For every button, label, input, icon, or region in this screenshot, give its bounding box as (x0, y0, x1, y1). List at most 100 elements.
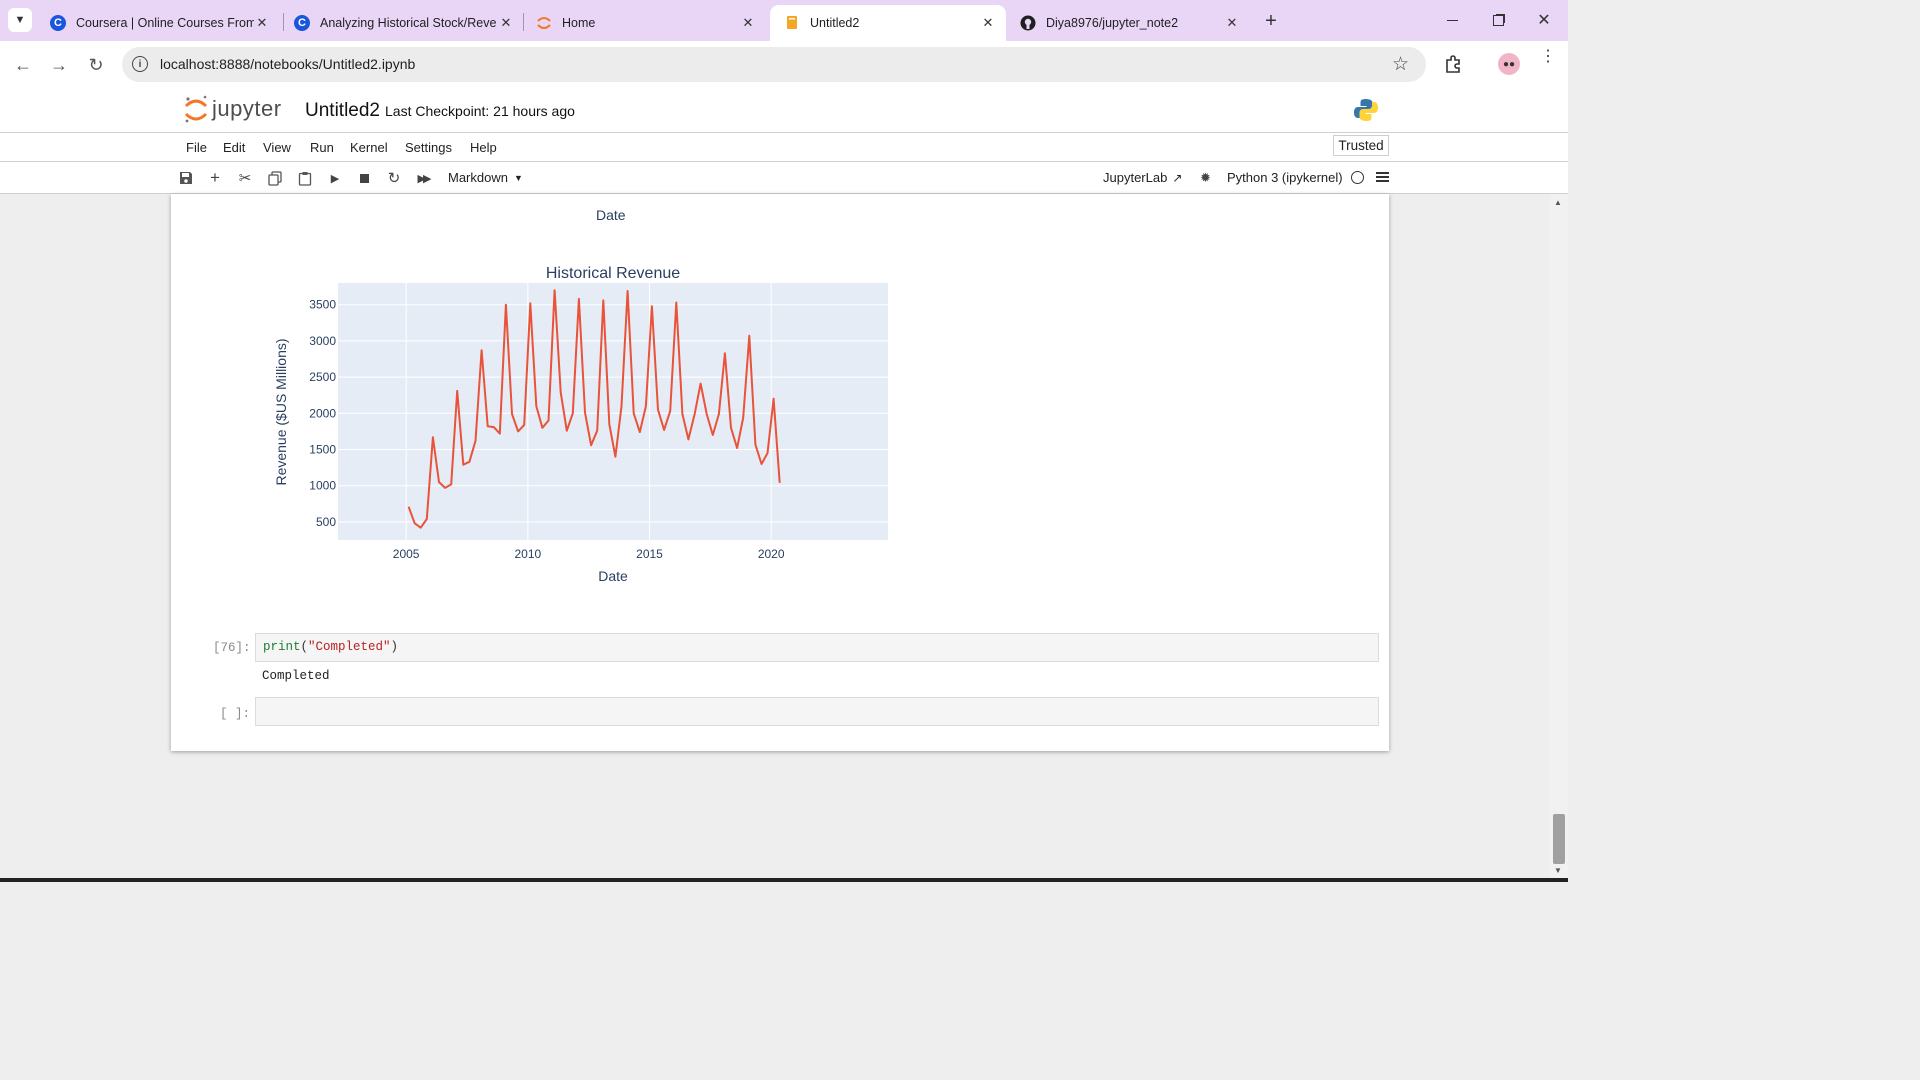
menu-run[interactable]: Run (310, 140, 334, 155)
tab-title: Analyzing Historical Stock/Reve (320, 16, 497, 30)
close-icon[interactable]: ✕ (980, 15, 996, 31)
x-tick-labels: 2005 2010 2015 2020 (393, 547, 785, 561)
code-string: "Completed" (308, 640, 391, 654)
minimize-icon (1446, 19, 1458, 21)
cut-icon[interactable]: ✂ (237, 170, 253, 187)
scroll-down-arrow-icon[interactable]: ▼ (1554, 866, 1562, 875)
extensions-icon[interactable] (1444, 54, 1464, 74)
x-axis-title: Date (598, 568, 628, 584)
bookmark-star-icon[interactable]: ☆ (1392, 53, 1409, 76)
code-line: print("Completed") (263, 640, 398, 654)
jupyter-logo[interactable]: jupyter (183, 94, 303, 128)
browser-tab-1[interactable]: C Analyzing Historical Stock/Reve ✕ (280, 5, 524, 41)
code-cell-input[interactable]: print("Completed") (255, 633, 1379, 662)
kernel-status-icon (1351, 171, 1364, 184)
sunglasses-icon: ●● (1502, 58, 1516, 70)
checkpoint-status: Last Checkpoint: 21 hours ago (385, 103, 575, 119)
reload-icon: ↻ (88, 54, 104, 75)
code-paren-close: ) (390, 640, 399, 654)
stop-icon[interactable] (356, 170, 372, 186)
close-icon: ✕ (1537, 12, 1551, 29)
kernel-name[interactable]: Python 3 (ipykernel) (1227, 170, 1343, 185)
menu-help[interactable]: Help (470, 140, 497, 155)
cell-type-select[interactable]: Markdown ▼ (448, 170, 523, 185)
menu-hamburger-icon[interactable] (1376, 171, 1389, 183)
menu-edit[interactable]: Edit (223, 140, 245, 155)
tab-title: Untitled2 (810, 16, 860, 30)
close-icon[interactable]: ✕ (740, 15, 756, 31)
y-tick-label: 1500 (309, 443, 336, 457)
arrow-right-icon: → (50, 54, 68, 75)
forward-button[interactable]: → (48, 54, 70, 76)
url-text[interactable]: localhost:8888/notebooks/Untitled2.ipynb (160, 56, 415, 72)
profile-avatar[interactable]: ●● (1498, 53, 1520, 75)
empty-code-cell-input[interactable] (255, 697, 1379, 726)
restart-icon[interactable]: ↻ (386, 170, 402, 187)
close-icon[interactable]: ✕ (498, 15, 514, 31)
x-tick-label: 2015 (636, 547, 663, 561)
x-tick-label: 2020 (758, 547, 785, 561)
site-info-icon[interactable]: i (132, 56, 148, 72)
y-tick-label: 500 (316, 515, 336, 529)
code-function: print (263, 640, 301, 654)
menu-kernel[interactable]: Kernel (350, 140, 388, 155)
menu-settings[interactable]: Settings (405, 140, 452, 155)
y-tick-label: 1000 (309, 479, 336, 493)
x-tick-label: 2010 (514, 547, 541, 561)
close-icon[interactable]: ✕ (1224, 15, 1240, 31)
coursera-icon: C (50, 15, 66, 31)
plot-area (338, 283, 888, 540)
run-icon[interactable]: ▶ (327, 170, 343, 186)
close-window-button[interactable]: ✕ (1532, 8, 1556, 32)
y-tick-label: 2500 (309, 370, 336, 384)
browser-tab-0[interactable]: C Coursera | Online Courses From ✕ (36, 5, 280, 41)
browser-tab-4[interactable]: Diya8976/jupyter_note2 ✕ (1006, 5, 1250, 41)
y-tick-label: 3500 (309, 298, 336, 312)
chart-title: Historical Revenue (546, 265, 680, 282)
jupyterlab-label: JupyterLab (1103, 170, 1168, 185)
close-icon[interactable]: ✕ (254, 15, 270, 31)
new-tab-button[interactable]: + (1260, 10, 1282, 32)
more-menu-icon[interactable]: ⋮ (1540, 49, 1556, 65)
restore-button[interactable] (1486, 10, 1510, 30)
cell-output-text: Completed (262, 669, 330, 683)
y-tick-label: 3000 (309, 334, 336, 348)
menu-view[interactable]: View (263, 140, 291, 155)
cell-prompt: [76]: (213, 641, 251, 655)
fast-forward-icon[interactable]: ▶▶ (415, 170, 432, 186)
copy-icon[interactable] (267, 170, 283, 186)
notebook-title[interactable]: Untitled2 (305, 100, 380, 122)
python-logo-icon (1353, 97, 1379, 123)
scrollbar-thumb[interactable] (1553, 814, 1565, 864)
code-paren-open: ( (300, 640, 309, 654)
scroll-up-arrow-icon[interactable]: ▲ (1554, 198, 1562, 207)
add-cell-icon[interactable]: + (207, 168, 223, 187)
save-icon[interactable] (178, 170, 194, 186)
arrow-left-icon: ← (14, 54, 32, 75)
reload-button[interactable]: ↻ (85, 54, 107, 76)
menu-file[interactable]: File (186, 140, 207, 155)
back-button[interactable]: ← (12, 54, 34, 76)
tab-title: Diya8976/jupyter_note2 (1046, 16, 1179, 30)
chevron-down-icon: ▼ (513, 172, 523, 183)
paste-icon[interactable] (297, 170, 313, 186)
tab-search-button[interactable]: ▼ (8, 8, 32, 32)
taskbar-edge (0, 878, 1568, 882)
trusted-indicator[interactable]: Trusted (1333, 135, 1389, 156)
cell-type-value: Markdown (448, 170, 508, 185)
y-tick-label: 2000 (309, 406, 336, 420)
page-scrollbar[interactable] (1550, 194, 1568, 880)
tab-title: Home (562, 16, 596, 30)
browser-tab-2[interactable]: Home ✕ (522, 5, 766, 41)
minimize-button[interactable] (1440, 10, 1464, 30)
debugger-icon[interactable]: ✹ (1200, 170, 1211, 186)
jupyterlab-link[interactable]: JupyterLab ↗ (1103, 170, 1182, 185)
y-tick-labels: 500 1000 1500 2000 2500 3000 3500 (309, 298, 336, 529)
x-tick-label: 2005 (393, 547, 420, 561)
tab-title: Coursera | Online Courses From (76, 16, 254, 30)
browser-tab-3[interactable]: Untitled2 ✕ (770, 5, 1006, 41)
restore-icon (1492, 14, 1504, 26)
github-icon (1020, 15, 1036, 31)
revenue-chart: Historical Revenue 500 1000 1500 2000 2500 30… (273, 265, 888, 584)
chevron-down-icon: ▼ (14, 14, 26, 26)
